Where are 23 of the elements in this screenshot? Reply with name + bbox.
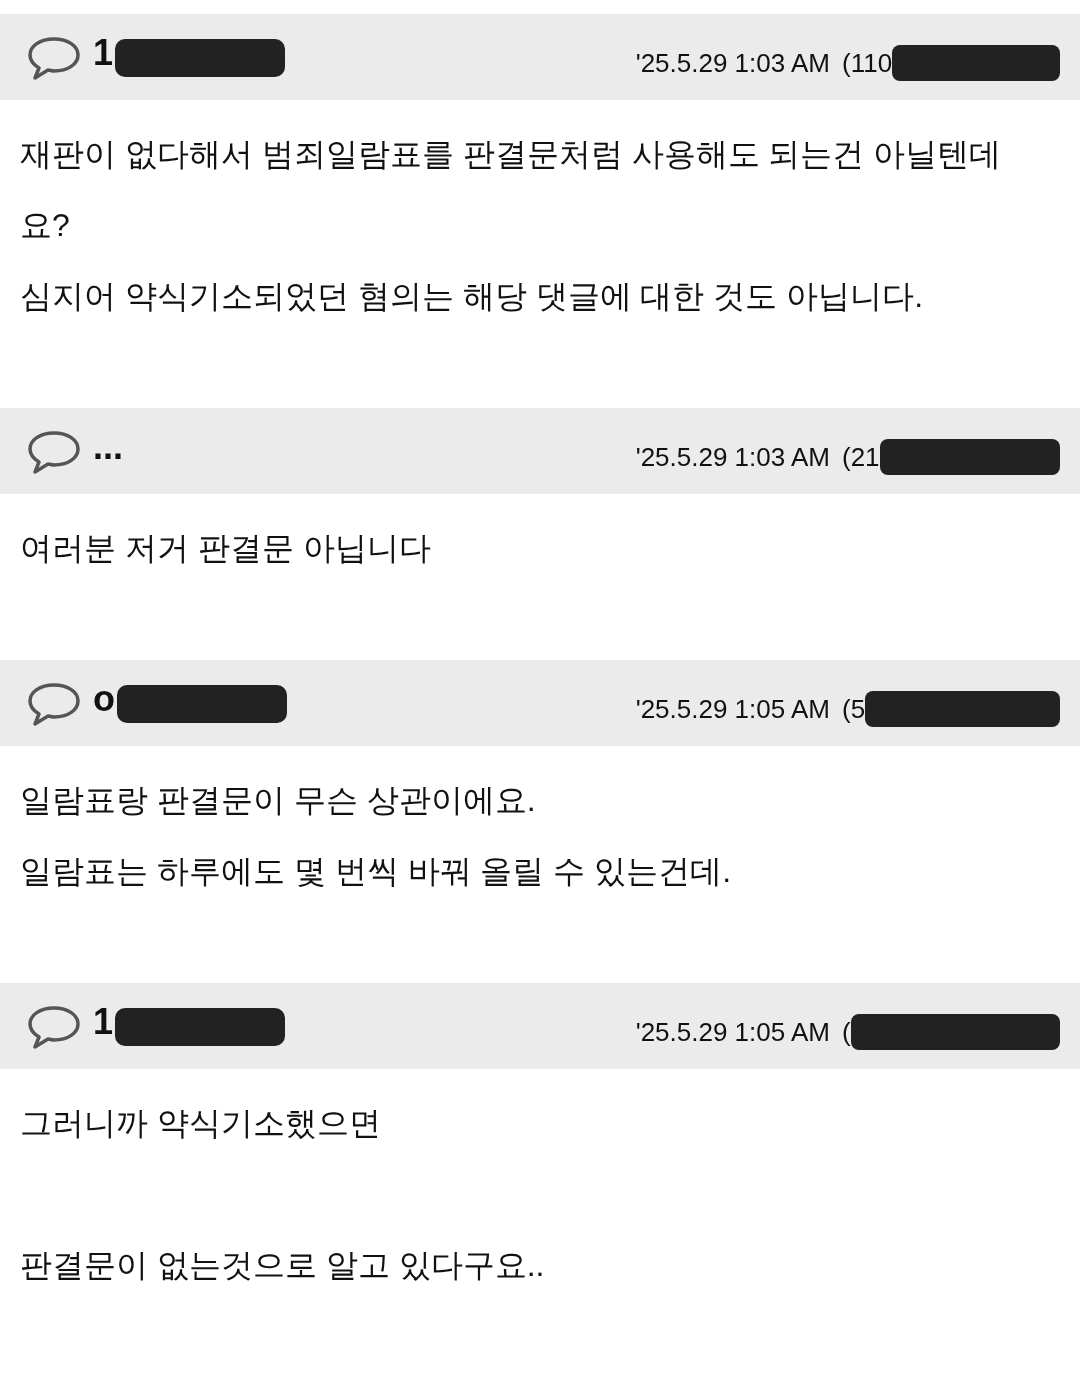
comment-text: 그러니까 약식기소했으면 xyxy=(20,1104,382,1143)
speech-bubble-icon xyxy=(27,1005,81,1051)
comment-text: 여러분 저거 판결문 아닙니다 xyxy=(20,529,432,568)
author-name: o xyxy=(93,681,115,717)
author-name: ... xyxy=(93,429,123,465)
speech-bubble-icon xyxy=(27,430,81,476)
speech-bubble-icon xyxy=(27,36,81,82)
comment-text: 심지어 약식기소되었던 혐의는 해당 댓글에 대한 것도 아닙니다. xyxy=(20,277,925,316)
ip-address: (21 xyxy=(842,440,880,474)
timestamp: '25.5.29 1:05 AM xyxy=(635,1015,830,1049)
comment-text: 일람표는 하루에도 몇 번씩 바꿔 올릴 수 있는건데. xyxy=(20,852,733,891)
ip-address: (5 xyxy=(842,692,866,726)
timestamp: '25.5.29 1:03 AM xyxy=(635,440,830,474)
author-name: 1 xyxy=(93,35,114,71)
author-name: 1 xyxy=(93,1004,114,1040)
timestamp: '25.5.29 1:05 AM xyxy=(635,692,830,726)
ip-address: (110 xyxy=(842,46,893,80)
comment-text: 재판이 없다해서 범죄일람표를 판결문처럼 사용해도 되는건 아닐텐데요? xyxy=(20,135,1003,245)
ip-address: ( xyxy=(842,1015,851,1049)
speech-bubble-icon xyxy=(27,682,81,728)
timestamp: '25.5.29 1:03 AM xyxy=(635,46,830,80)
comment-text: 판결문이 없는것으로 알고 있다구요.. xyxy=(20,1246,546,1285)
comment-text: 일람표랑 판결문이 무슨 상관이에요. xyxy=(20,781,537,820)
